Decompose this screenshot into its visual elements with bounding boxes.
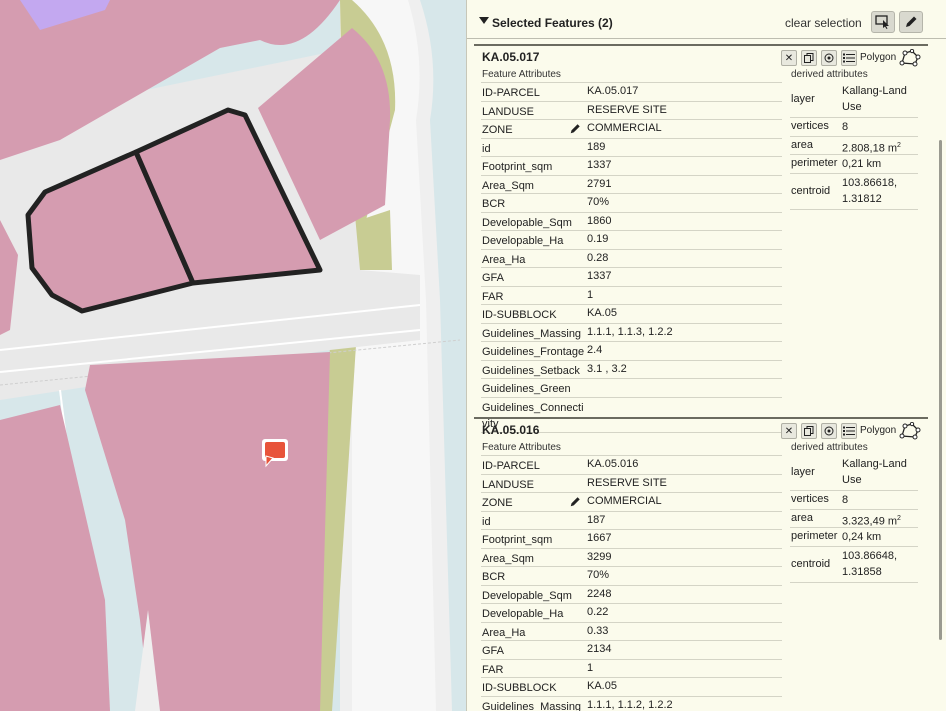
attribute-row: Developable_Ha 0.22 (481, 604, 782, 623)
feature-card-ka-05-017: KA.05.017 Feature Attributes derived att… (474, 44, 928, 433)
polygon-icon[interactable] (899, 422, 921, 440)
copy-icon (804, 53, 814, 63)
attribute-table: ID-PARCEL KA.05.016 LANDUSE RESERVE SITE Z… (481, 455, 782, 711)
attribute-row: ZONE COMMERCIAL (481, 493, 782, 512)
attribute-row: Area_Sqm 3299 (481, 549, 782, 567)
derived-row: vertices 8 (790, 118, 918, 137)
attribute-row: Area_Sqm 2791 (481, 176, 782, 194)
attribute-row: ID-SUBBLOCK KA.05 (481, 678, 782, 697)
close-icon: ✕ (784, 52, 794, 64)
attribute-row: Guidelines_Massing 1.1.1, 1.1.3, 1.2.2 (481, 324, 782, 342)
attribute-row: Footprint_sqm 1337 (481, 157, 782, 176)
target-icon (824, 426, 834, 436)
attribute-list-button[interactable] (841, 50, 857, 66)
pencil-icon (906, 16, 917, 27)
derived-attributes-label: derived attributes (791, 69, 868, 80)
attribute-row: id 187 (481, 512, 782, 530)
zoom-to-feature-button[interactable] (821, 50, 837, 66)
attribute-row: FAR 1 (481, 287, 782, 305)
derived-row: area 2.808,18 m2 (790, 137, 918, 155)
attribute-row: Guidelines_Green (481, 379, 782, 398)
feature-card-ka-05-016: KA.05.016 Feature Attributes derived att… (474, 417, 928, 711)
derived-row: layer Kallang-Land Use (790, 455, 918, 491)
edit-button[interactable] (899, 11, 923, 33)
derived-row: perimeter 0,24 km (790, 528, 918, 547)
remove-feature-button[interactable]: ✕ (781, 423, 797, 439)
derived-attributes-table: layer Kallang-Land Use vertices 8 area 2.808… (790, 82, 918, 210)
derived-attributes-table: layer Kallang-Land Use vertices 8 area 3.323… (790, 455, 918, 583)
attribute-row: Guidelines_Massing 1.1.1, 1.1.2, 1.2.2 (481, 697, 782, 711)
feature-name: KA.05.016 (482, 423, 540, 437)
attribute-row: BCR 70% (481, 194, 782, 213)
edit-pencil-icon[interactable] (569, 496, 581, 508)
collapse-triangle-icon[interactable] (479, 17, 489, 24)
derived-row: centroid 103.86618, 1.31812 (790, 174, 918, 210)
select-box-icon (875, 15, 889, 29)
geometry-type-label: Polygon (860, 52, 897, 63)
attribute-row: Developable_Sqm 1860 (481, 213, 782, 231)
attribute-row: Developable_Ha 0.19 (481, 231, 782, 250)
selection-panel: Selected Features (2) clear selection KA… (466, 0, 946, 711)
attribute-row: Guidelines_Setback 3.1 , 3.2 (481, 361, 782, 379)
attribute-row: Guidelines_Frontage 2.4 (481, 342, 782, 361)
geometry-type-label: Polygon (860, 425, 897, 436)
attribute-row: ID-PARCEL KA.05.016 (481, 456, 782, 475)
attribute-row: Area_Ha 0.28 (481, 250, 782, 268)
edit-pencil-icon[interactable] (569, 123, 581, 135)
list-icon (843, 426, 855, 436)
derived-row: area 3.323,49 m2 (790, 510, 918, 528)
attribute-row: BCR 70% (481, 567, 782, 586)
attribute-table: ID-PARCEL KA.05.017 LANDUSE RESERVE SITE Z… (481, 82, 782, 433)
attribute-row: Area_Ha 0.33 (481, 623, 782, 641)
attribute-row: GFA 2134 (481, 641, 782, 660)
attribute-row: ZONE COMMERCIAL (481, 120, 782, 139)
attribute-row: LANDUSE RESERVE SITE (481, 102, 782, 120)
remove-feature-button[interactable]: ✕ (781, 50, 797, 66)
clear-selection-link[interactable]: clear selection (785, 16, 862, 30)
derived-row: centroid 103.86648, 1.31858 (790, 547, 918, 583)
copy-icon (804, 426, 814, 436)
attribute-row: LANDUSE RESERVE SITE (481, 475, 782, 493)
polygon-icon[interactable] (899, 49, 921, 67)
close-icon: ✕ (784, 425, 794, 437)
attribute-row: GFA 1337 (481, 268, 782, 287)
derived-attributes-label: derived attributes (791, 442, 868, 453)
copy-feature-button[interactable] (801, 50, 817, 66)
attribute-list-button[interactable] (841, 423, 857, 439)
attribute-row: Footprint_sqm 1667 (481, 530, 782, 549)
attribute-row: FAR 1 (481, 660, 782, 678)
attribute-row: Developable_Sqm 2248 (481, 586, 782, 604)
derived-row: vertices 8 (790, 491, 918, 510)
attribute-row: ID-SUBBLOCK KA.05 (481, 305, 782, 324)
target-icon (824, 53, 834, 63)
select-box-button[interactable] (871, 11, 895, 33)
panel-scrollbar[interactable] (939, 140, 942, 640)
attribute-row: id 189 (481, 139, 782, 157)
feature-attributes-label: Feature Attributes (482, 69, 561, 80)
derived-row: layer Kallang-Land Use (790, 82, 918, 118)
zoom-to-feature-button[interactable] (821, 423, 837, 439)
panel-title: Selected Features (2) (492, 16, 613, 30)
list-icon (843, 53, 855, 63)
feature-name: KA.05.017 (482, 50, 540, 64)
panel-header: Selected Features (2) clear selection (467, 0, 946, 39)
attribute-row: ID-PARCEL KA.05.017 (481, 83, 782, 102)
derived-row: perimeter 0,21 km (790, 155, 918, 174)
copy-feature-button[interactable] (801, 423, 817, 439)
feature-attributes-label: Feature Attributes (482, 442, 561, 453)
